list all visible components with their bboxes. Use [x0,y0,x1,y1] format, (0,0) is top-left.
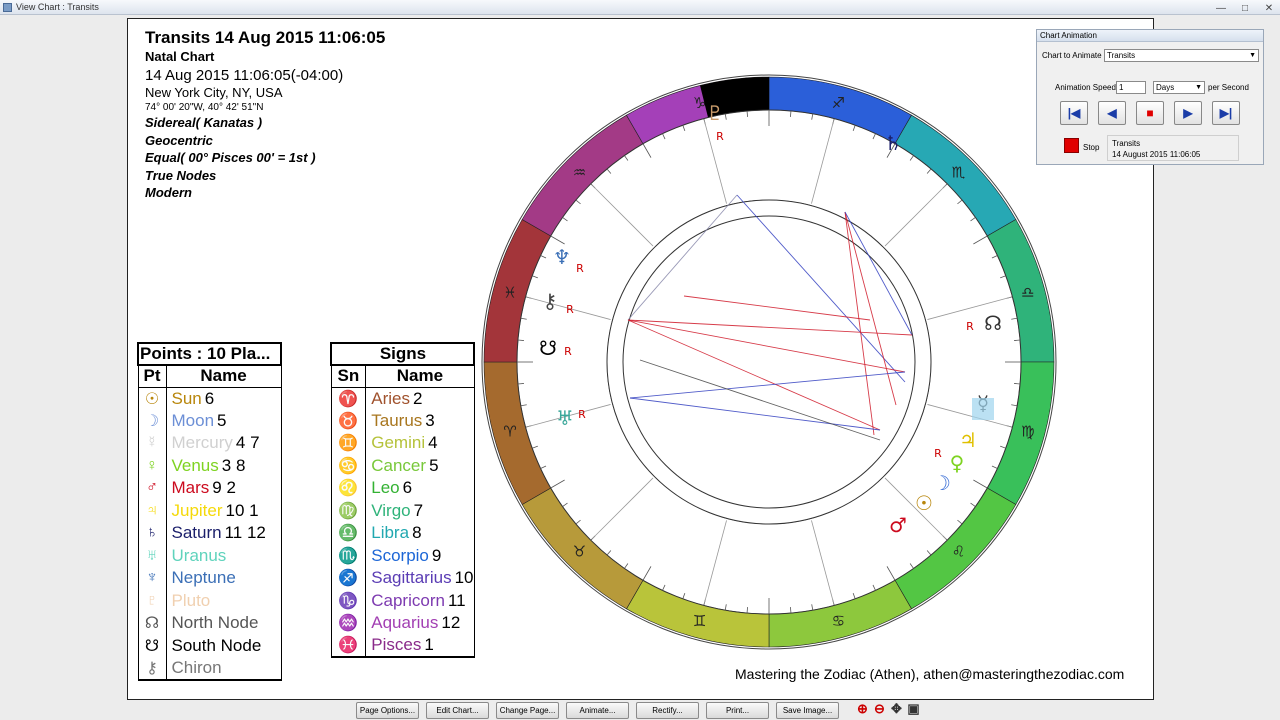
retrograde-icon: R [576,262,584,275]
neptune-icon: ♆ [553,245,571,269]
status-chart-date: 14 August 2015 11:06:05 [1112,150,1201,159]
speed-unit-select[interactable]: Days ▼ [1153,81,1205,94]
speed-spinner[interactable]: 1 [1116,81,1146,94]
step-back-button[interactable]: ◀ [1098,101,1126,125]
chart-animation-panel: Chart Animation Chart to Animate : Trans… [1036,29,1264,165]
dropdown-arrow-icon: ▼ [1249,52,1256,59]
print-button[interactable]: Print... [706,702,769,719]
zoom-out-icon[interactable]: ⊖ [872,702,887,717]
rectify-button[interactable]: Rectify... [636,702,699,719]
sign-glyph-icon: ♊ [693,612,706,630]
retrograde-icon: R [564,345,572,358]
degree-tick [746,110,748,117]
sign-glyph-icon: ♋ [832,612,845,630]
animation-panel-title: Chart Animation [1037,30,1263,42]
pan-icon[interactable]: ✥ [889,702,904,717]
sign-glyph-icon: ♈ [503,422,516,440]
page-options-button[interactable]: Page Options... [356,702,419,719]
pluto-icon: ♇ [706,101,724,125]
sign-glyph-icon: ♏ [952,163,966,181]
sign-glyph-icon: ♐ [832,94,845,112]
credit-text: Mastering the Zodiac (Athen), athen@mast… [735,666,1125,682]
zoom-in-icon[interactable]: ⊕ [855,702,870,717]
sign-glyph-icon: ♓ [503,284,516,302]
speed-label: Animation Speed : [1055,83,1121,92]
uranus-icon: ♅ [556,406,574,430]
speed-unit-value: Days [1156,83,1175,92]
south-node-icon: ☋ [539,336,557,360]
degree-tick [1014,339,1021,341]
edit-chart-button[interactable]: Edit Chart... [426,702,489,719]
sun-icon: ☉ [915,491,933,515]
step-forward-button[interactable]: ▶ [1174,101,1202,125]
sign-glyph-icon: ♍ [1021,422,1034,440]
saturn-icon: ♄ [884,131,902,155]
mc-glyph-icon: ♅ [799,60,812,76]
degree-tick [1014,383,1021,385]
dropdown-arrow-icon: ▼ [1195,84,1202,91]
retrograde-icon: R [566,303,574,316]
status-chart-name: Transits [1112,139,1141,148]
animate-label: Chart to Animate : [1042,51,1107,60]
stop-label: Stop [1083,143,1100,152]
save-image-button[interactable]: Save Image... [776,702,839,719]
selection-highlight [972,398,994,420]
animate-select-value: Transits [1107,51,1136,60]
last-frame-button[interactable]: ▶| [1212,101,1240,125]
speed-value: 1 [1119,83,1124,92]
degree-tick [790,110,792,117]
degree-tick [517,339,524,341]
animation-status: Transits 14 August 2015 11:06:05 [1107,135,1239,161]
first-frame-button[interactable]: |◀ [1060,101,1088,125]
change-page-button[interactable]: Change Page... [496,702,559,719]
bottom-toolbar: Page Options... Edit Chart... Change Pag… [356,702,839,719]
stop-button[interactable]: ■ [1136,101,1164,125]
venus-icon: ♀ [950,451,965,475]
degree-tick [790,607,792,614]
degree-tick [517,383,524,385]
stop-status-icon [1064,138,1079,153]
sign-glyph-icon: ♌ [952,543,965,561]
animate-button[interactable]: Animate... [566,702,629,719]
retrograde-icon: R [716,130,724,143]
degree-tick [746,607,748,614]
retrograde-icon: R [934,447,942,460]
per-second-label: per Second [1208,83,1249,92]
mars-icon: ♂ [889,513,907,537]
sign-glyph-icon: ♉ [573,543,586,561]
jupiter-icon: ♃ [959,428,977,452]
retrograde-icon: R [966,320,974,333]
moon-icon: ☽ [933,471,951,495]
north-node-icon: ☊ [984,311,1002,335]
zoom-tools: ⊕ ⊖ ✥ ▣ [855,702,921,717]
sign-glyph-icon: ♎ [1021,284,1034,302]
chiron-icon: ⚷ [543,289,558,313]
animate-select[interactable]: Transits ▼ [1104,49,1259,62]
fit-icon[interactable]: ▣ [906,702,921,717]
sign-glyph-icon: ♒ [573,163,586,181]
retrograde-icon: R [578,408,586,421]
